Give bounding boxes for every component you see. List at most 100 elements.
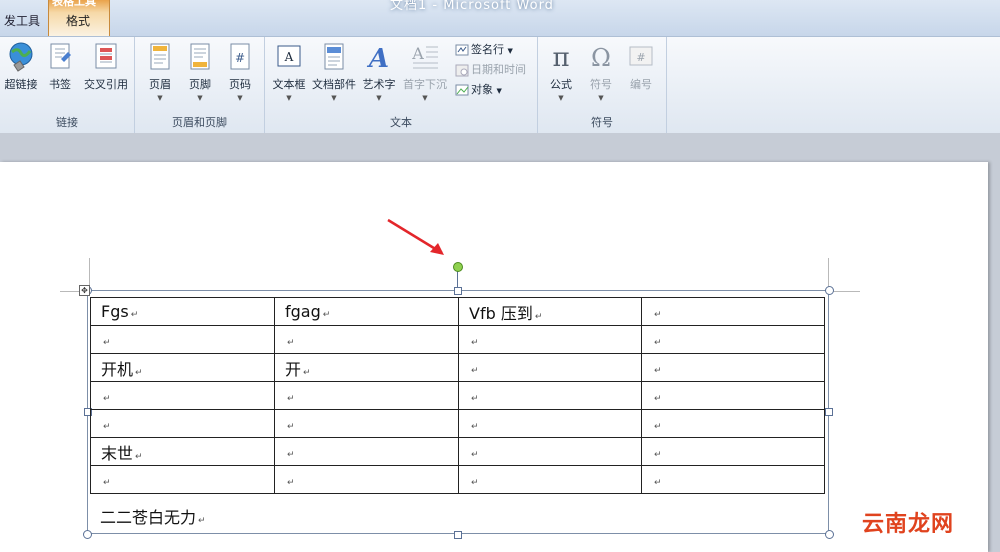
- wordart-button[interactable]: A 艺术字 ▼: [361, 41, 397, 102]
- symbol-button[interactable]: Ω 符号 ▼: [586, 41, 616, 102]
- document-table[interactable]: Fgs ↵ fgag ↵ Vfb 压到 ↵ ↵ ↵ ↵ ↵ ↵ 开机 ↵ 开 ↵ ↵ ↵ ↵ ↵ ↵ ↵ ↵ ↵ ↵ ↵ 末世 ↵ ↵…: [90, 297, 825, 494]
- after-table-text-content: 二二苍白无力: [100, 508, 197, 527]
- cell-text: 末世: [101, 443, 134, 463]
- table-cell[interactable]: ↵: [274, 409, 459, 438]
- quick-parts-button[interactable]: 文档部件 ▼: [311, 41, 357, 102]
- object-icon: [455, 84, 469, 96]
- date-time-label: 日期和时间: [471, 63, 526, 76]
- table-cell[interactable]: ↵: [274, 437, 459, 466]
- table-cell[interactable]: ↵: [641, 297, 825, 326]
- table-row: ↵ ↵ ↵ ↵: [90, 381, 825, 410]
- equation-button[interactable]: π 公式 ▼: [546, 41, 576, 102]
- table-cell[interactable]: Vfb 压到 ↵: [458, 297, 642, 326]
- signature-icon: [455, 44, 469, 56]
- symbols-group: π 公式 ▼ Ω 符号 ▼ # 编号 符号: [538, 37, 667, 133]
- tab-developer[interactable]: 发工具: [0, 12, 44, 32]
- calendar-icon: [455, 64, 469, 77]
- table-cell[interactable]: ↵: [641, 437, 825, 466]
- signature-line-button[interactable]: 签名行 ▼: [455, 41, 513, 59]
- cell-end-mark: ↵: [322, 310, 331, 320]
- table-cell[interactable]: ↵: [641, 465, 825, 494]
- resize-handle-top-right[interactable]: [825, 286, 834, 295]
- cross-reference-icon: [95, 43, 117, 69]
- svg-text:π: π: [552, 43, 569, 73]
- text-box-button[interactable]: A 文本框 ▼: [271, 41, 307, 102]
- bookmark-icon: [50, 43, 71, 69]
- table-cell[interactable]: ↵: [641, 409, 825, 438]
- bookmark-label: 书签: [49, 78, 71, 91]
- table-cell[interactable]: ↵: [641, 381, 825, 410]
- table-row: 开机 ↵ 开 ↵ ↵ ↵: [90, 353, 825, 382]
- bookmark-button[interactable]: 书签: [44, 41, 76, 92]
- table-cell[interactable]: ↵: [458, 325, 642, 354]
- resize-handle-bottom-left[interactable]: [83, 530, 92, 539]
- table-cell[interactable]: ↵: [458, 381, 642, 410]
- table-cell[interactable]: ↵: [641, 325, 825, 354]
- table-cell[interactable]: ↵: [90, 465, 275, 494]
- table-cell[interactable]: Fgs ↵: [90, 297, 275, 326]
- watermark-logo: 云南龙网: [862, 511, 955, 537]
- table-cell[interactable]: ↵: [274, 381, 459, 410]
- header-button[interactable]: 页眉 ▼: [145, 41, 175, 102]
- after-table-text[interactable]: 二二苍白无力 ↵: [100, 504, 206, 528]
- wordart-dropdown-icon: ▼: [376, 94, 382, 102]
- document-table-wrap: Fgs ↵ fgag ↵ Vfb 压到 ↵ ↵ ↵ ↵ ↵ ↵ 开机 ↵ 开 ↵ ↵ ↵ ↵ ↵ ↵ ↵ ↵ ↵ ↵ ↵ 末世 ↵ ↵…: [90, 297, 825, 494]
- cell-end-mark: ↵: [654, 366, 662, 376]
- table-cell[interactable]: 开 ↵: [274, 353, 459, 382]
- table-row: 末世 ↵ ↵ ↵ ↵: [90, 437, 825, 466]
- table-cell[interactable]: ↵: [274, 325, 459, 354]
- page-number-dropdown-icon: ▼: [237, 94, 243, 102]
- drop-cap-icon: A: [411, 44, 438, 69]
- svg-text:A: A: [411, 44, 424, 63]
- symbols-group-label: 符号: [591, 116, 613, 129]
- table-cell[interactable]: ↵: [458, 353, 642, 382]
- quick-parts-dropdown-icon: ▼: [331, 94, 337, 102]
- cell-end-mark: ↵: [654, 422, 662, 432]
- hyperlink-button[interactable]: 超链接: [2, 41, 40, 92]
- table-cell[interactable]: ↵: [90, 325, 275, 354]
- table-cell[interactable]: ↵: [90, 409, 275, 438]
- table-cell[interactable]: fgag ↵: [274, 297, 459, 326]
- table-cell[interactable]: ↵: [90, 381, 275, 410]
- cell-text: 开机: [101, 359, 134, 379]
- footer-button[interactable]: 页脚 ▼: [185, 41, 215, 102]
- cell-end-mark: ↵: [471, 338, 479, 348]
- date-time-button[interactable]: 日期和时间: [455, 61, 526, 79]
- svg-text:A: A: [284, 50, 294, 64]
- object-label: 对象: [471, 83, 493, 96]
- cell-end-mark: ↵: [471, 366, 479, 376]
- rotation-handle[interactable]: [453, 262, 463, 272]
- cell-text: Fgs: [101, 302, 129, 321]
- cell-end-mark: ↵: [287, 422, 295, 432]
- resize-handle-bottom-right[interactable]: [825, 530, 834, 539]
- hyperlink-label: 超链接: [4, 78, 38, 91]
- resize-handle-top[interactable]: [454, 287, 462, 295]
- resize-handle-bottom[interactable]: [454, 531, 462, 539]
- equation-label: 公式: [550, 78, 572, 91]
- table-cell[interactable]: ↵: [458, 409, 642, 438]
- drop-cap-label: 首字下沉: [403, 78, 447, 91]
- table-cell[interactable]: ↵: [458, 437, 642, 466]
- object-button[interactable]: 对象 ▼: [455, 81, 502, 99]
- cross-reference-label: 交叉引用: [84, 78, 128, 91]
- header-footer-group: 页眉 ▼ 页脚 ▼ # 页码 ▼ 页眉和页脚: [135, 37, 265, 133]
- table-cell[interactable]: ↵: [458, 465, 642, 494]
- resize-handle-right[interactable]: [825, 408, 833, 416]
- page-number-button[interactable]: # 页码 ▼: [225, 41, 255, 102]
- cell-text: fgag: [285, 302, 321, 321]
- table-cell[interactable]: 开机 ↵: [90, 353, 275, 382]
- cell-end-mark: ↵: [471, 422, 479, 432]
- tab-format[interactable]: 格式: [66, 12, 90, 29]
- table-move-handle-icon[interactable]: ✥: [79, 285, 90, 296]
- table-cell[interactable]: ↵: [641, 353, 825, 382]
- cell-end-mark: ↵: [654, 338, 662, 348]
- signature-line-label: 签名行: [471, 43, 504, 56]
- text-box-label: 文本框: [272, 78, 306, 91]
- quick-parts-icon: [324, 43, 344, 70]
- cross-reference-button[interactable]: 交叉引用: [80, 41, 132, 92]
- table-cell[interactable]: 末世 ↵: [90, 437, 275, 466]
- number-button[interactable]: # 编号: [626, 41, 656, 92]
- table-cell[interactable]: ↵: [274, 465, 459, 494]
- ribbon: 超链接 书签 交叉引用 链接 页眉 ▼ 页脚 ▼ # 页码 ▼ 页眉和页脚 A …: [0, 36, 1000, 134]
- drop-cap-button[interactable]: A 首字下沉 ▼: [401, 41, 449, 102]
